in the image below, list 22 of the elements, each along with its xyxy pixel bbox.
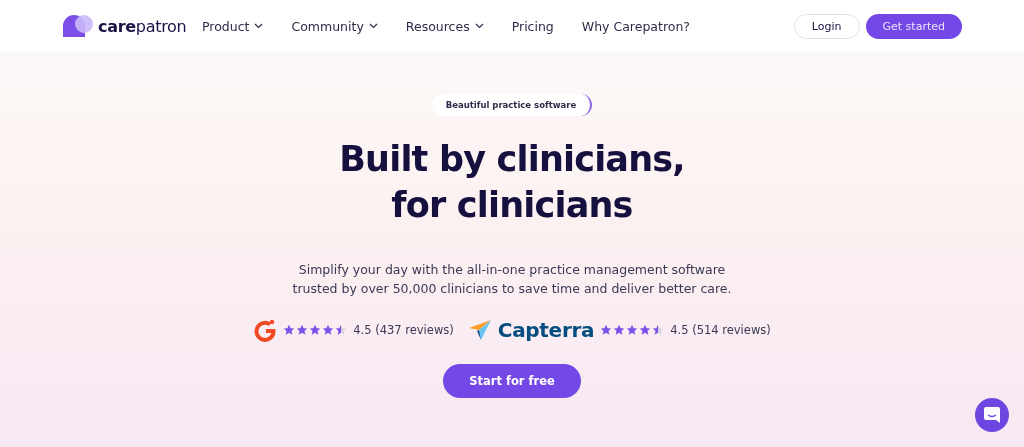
logo-icon[interactable] (62, 14, 96, 38)
subtitle: trusted by over 50,000 clinicians to save time and deliver better care. (292, 280, 732, 298)
logo-text[interactable]: carepatron (98, 16, 187, 36)
nav-link[interactable]: Resources (405, 18, 484, 34)
chat-button[interactable] (975, 398, 1009, 432)
capterra-logo-icon (467, 319, 492, 341)
get-started-button[interactable]: Get started (865, 13, 962, 39)
capterra-wordmark: Capterra (497, 318, 595, 342)
headline: for clinicians (390, 184, 634, 227)
nav-link[interactable]: Product (202, 18, 264, 34)
login-button[interactable]: Login (793, 13, 860, 39)
headline: Built by clinicians, (339, 138, 685, 181)
rating-text: 4.5 (514 reviews) (670, 323, 771, 337)
nav-link[interactable]: Pricing (511, 18, 554, 34)
start-for-free-button[interactable]: Start for free (443, 364, 581, 398)
subtitle: Simplify your day with the all-in-one practice management software (297, 261, 727, 279)
nav-link[interactable]: Community (291, 18, 378, 34)
rating-text: 4.5 (437 reviews) (353, 323, 454, 337)
chat-icon (983, 406, 1001, 424)
tagline-badge: Beautiful practice software (431, 94, 593, 116)
nav-link[interactable]: Why Carepatron? (581, 18, 690, 34)
g2-logo-icon (253, 318, 278, 342)
